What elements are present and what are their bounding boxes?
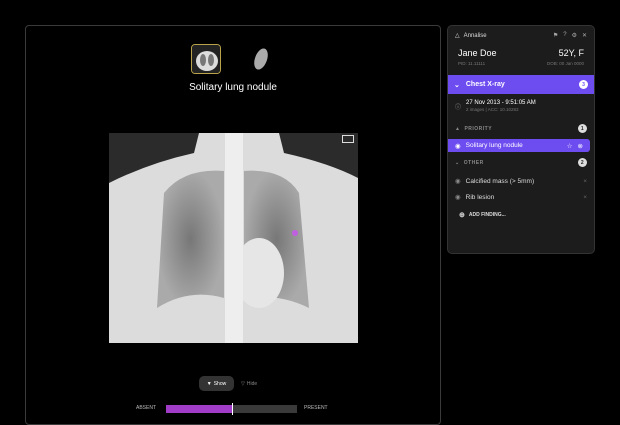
hide-label: Hide: [246, 380, 258, 387]
findings-panel: △ Annalise ⚑ ? ⚙ ✕ Jane Doe 52Y, F PID: 1…: [447, 25, 595, 254]
panel-header: △ Annalise ⚑ ? ⚙ ✕: [448, 26, 594, 45]
help-icon[interactable]: ?: [563, 32, 566, 39]
warning-icon: ▲: [455, 125, 461, 132]
remove-icon[interactable]: ×: [583, 194, 587, 201]
finding-calcified-mass[interactable]: ◉ Calcified mass (> 5mm) ×: [448, 173, 594, 189]
close-icon[interactable]: ✕: [582, 32, 587, 39]
slider-handle[interactable]: [231, 403, 233, 415]
patient-name: Jane Doe: [458, 48, 497, 58]
flag-icon[interactable]: ⚑: [553, 32, 558, 39]
patient-id: PID: 11.11111: [458, 61, 486, 66]
priority-count: 1: [578, 124, 587, 133]
patient-dob: DOB: 00 Jan 0000: [546, 61, 584, 66]
add-finding-button[interactable]: ⊕ ADD FINDING...: [448, 205, 594, 225]
confidence-slider[interactable]: [166, 403, 297, 415]
lungs-icon: ◉: [455, 142, 461, 150]
study-count: 3: [579, 80, 588, 89]
thumbnail-frontal[interactable]: [191, 44, 221, 74]
chevron-down-icon: ⌄: [455, 159, 460, 166]
finding-title: Solitary lung nodule: [189, 82, 277, 93]
filter-icon: ▼: [206, 380, 212, 387]
hide-button[interactable]: ▽ Hide: [241, 376, 257, 391]
thumbnail-lateral[interactable]: [246, 44, 276, 74]
eye-icon: ◉: [455, 194, 461, 201]
lungs-icon: ◉: [455, 178, 461, 185]
show-button[interactable]: ▼ Show: [199, 376, 234, 391]
priority-section: ▲ PRIORITY 1: [448, 118, 594, 139]
info-icon: ⓘ: [455, 104, 462, 111]
finding-label: Calcified mass (> 5mm): [465, 177, 535, 185]
app-name: Annalise: [463, 32, 487, 39]
dismiss-icon[interactable]: ⊗: [578, 142, 583, 150]
study-header[interactable]: ⌄ Chest X-ray 3: [448, 75, 594, 94]
plus-circle-icon: ⊕: [459, 212, 465, 219]
finding-label: Solitary lung nodule: [465, 142, 523, 149]
chest-xray-image[interactable]: [109, 133, 358, 343]
other-section[interactable]: ⌄ OTHER 2: [448, 152, 594, 173]
other-count: 2: [578, 158, 587, 167]
add-finding-label: ADD FINDING...: [468, 212, 506, 218]
star-icon[interactable]: ☆: [567, 142, 573, 150]
study-label: Chest X-ray: [465, 81, 505, 88]
priority-label: PRIORITY: [464, 125, 493, 132]
study-meta: 2 images | ACC: 10.10283: [466, 107, 519, 112]
finding-solitary-lung-nodule[interactable]: ◉ Solitary lung nodule ☆ ⊗: [448, 139, 590, 152]
study-info: ⓘ 27 Nov 2013 - 9:51:05 AM 2 images | AC…: [448, 94, 594, 118]
finding-label: Rib lesion: [465, 193, 495, 201]
scale-max-label: PRESENT: [304, 405, 328, 411]
study-datetime: 27 Nov 2013 - 9:51:05 AM: [466, 100, 536, 106]
confidence-fill: [166, 405, 232, 413]
show-label: Show: [213, 380, 227, 387]
warning-icon: △: [455, 33, 460, 39]
finding-rib-lesion[interactable]: ◉ Rib lesion ×: [448, 189, 594, 205]
gear-icon[interactable]: ⚙: [572, 32, 577, 39]
remove-icon[interactable]: ×: [583, 178, 587, 185]
other-label: OTHER: [463, 159, 484, 166]
chevron-down-icon: ⌄: [454, 81, 460, 89]
hide-filter-icon: ▽: [241, 380, 245, 387]
image-viewer: Solitary lung nodule ▼ Show ▽ Hide ABSENT …: [25, 25, 441, 425]
rotate-icon[interactable]: [342, 135, 354, 143]
scale-min-label: ABSENT: [136, 405, 157, 411]
patient-age-sex: 52Y, F: [558, 48, 584, 58]
